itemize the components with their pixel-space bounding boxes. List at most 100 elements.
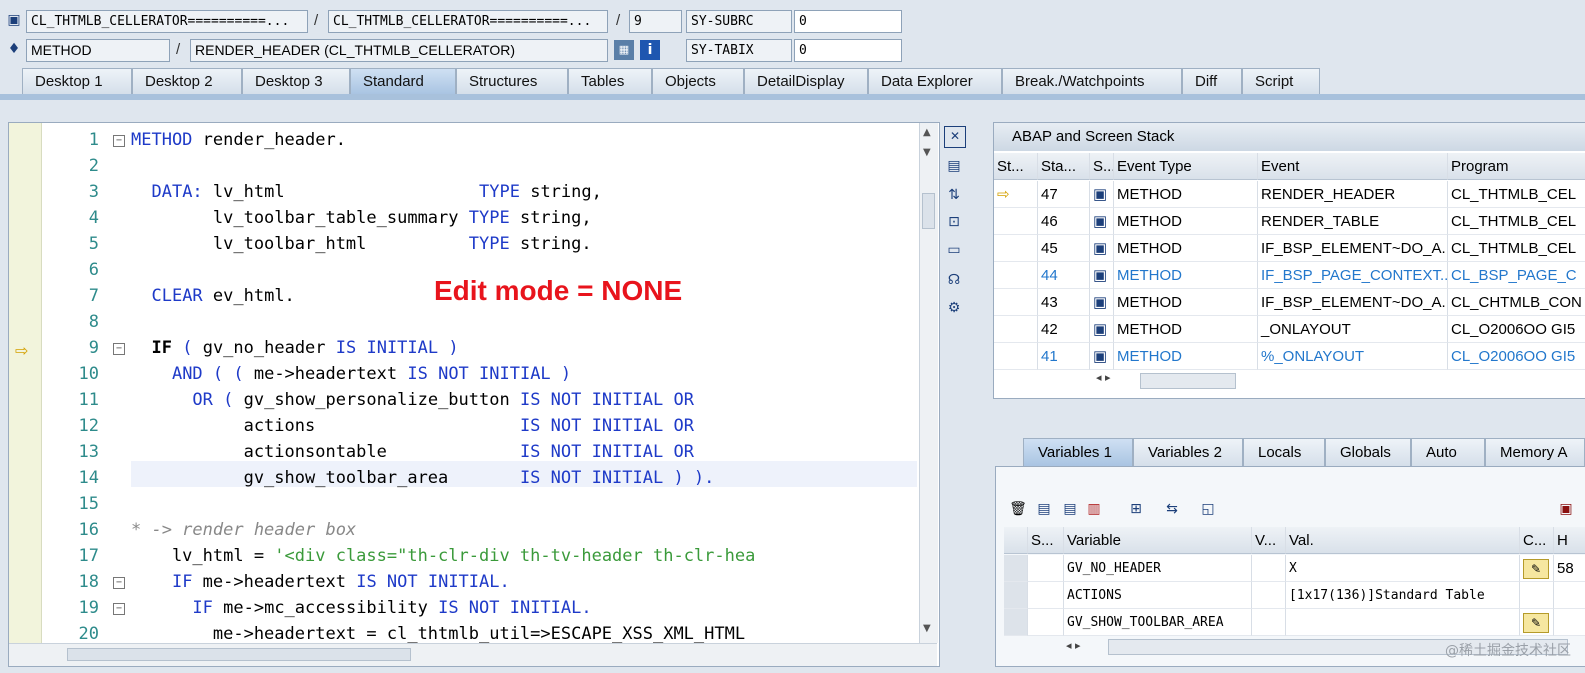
hierarchy-icon[interactable]: ⊞ bbox=[1126, 499, 1146, 519]
editor-horizontal-scrollbar[interactable] bbox=[9, 643, 937, 666]
column-header[interactable]: S... bbox=[1090, 153, 1114, 180]
program[interactable]: CL_THTMLB_CEL bbox=[1448, 208, 1585, 235]
scroll-down-icon[interactable]: ▼ bbox=[923, 147, 931, 158]
event[interactable]: IF_BSP_PAGE_CONTEXT... bbox=[1258, 262, 1448, 289]
column-header[interactable]: St... bbox=[994, 153, 1038, 180]
event[interactable]: RENDER_TABLE bbox=[1258, 208, 1448, 235]
new-window-icon[interactable]: ▤ bbox=[944, 156, 964, 176]
change-value-button[interactable]: ✎ bbox=[1520, 609, 1554, 636]
event[interactable]: IF_BSP_ELEMENT~DO_A... bbox=[1258, 289, 1448, 316]
event-type[interactable]: METHOD bbox=[1114, 289, 1258, 316]
stack-level[interactable]: 47 bbox=[1038, 181, 1090, 208]
event[interactable]: IF_BSP_ELEMENT~DO_A... bbox=[1258, 235, 1448, 262]
info-icon[interactable]: i bbox=[640, 40, 660, 60]
export-icon[interactable]: ▤ bbox=[1060, 499, 1080, 519]
tab-auto[interactable]: Auto bbox=[1411, 438, 1485, 466]
delete-icon[interactable]: 🗑 bbox=[1008, 499, 1028, 519]
layout-icon[interactable]: ▭ bbox=[944, 240, 964, 260]
column-header[interactable]: Program bbox=[1448, 153, 1585, 180]
row-selector[interactable] bbox=[1004, 609, 1028, 636]
collapse-toggle[interactable]: − bbox=[113, 343, 125, 355]
headset-icon[interactable]: ☊ bbox=[944, 270, 964, 290]
tab-structures[interactable]: Structures bbox=[456, 68, 568, 94]
event[interactable]: _ONLAYOUT bbox=[1258, 316, 1448, 343]
event-type[interactable]: METHOD bbox=[1114, 235, 1258, 262]
scroll-thumb[interactable] bbox=[922, 193, 935, 229]
program[interactable]: CL_O2006OO GI5 bbox=[1448, 343, 1585, 370]
open-icon[interactable]: ◱ bbox=[1198, 499, 1218, 519]
column-header[interactable]: Event bbox=[1258, 153, 1448, 180]
tab-locals[interactable]: Locals bbox=[1243, 438, 1325, 466]
save-icon[interactable]: ▣ bbox=[1556, 499, 1576, 519]
breakpoint-gutter[interactable] bbox=[9, 123, 42, 643]
column-header[interactable]: H bbox=[1554, 527, 1585, 554]
program[interactable]: CL_THTMLB_CEL bbox=[1448, 181, 1585, 208]
variable-value[interactable] bbox=[1286, 609, 1520, 636]
method-name-field[interactable]: RENDER_HEADER (CL_THTMLB_CELLERATOR) bbox=[190, 39, 608, 62]
sy-subrc-value[interactable]: 0 bbox=[794, 10, 902, 33]
tab-desktop-3[interactable]: Desktop 3 bbox=[242, 68, 350, 94]
event-type[interactable]: METHOD bbox=[1114, 208, 1258, 235]
tab-globals[interactable]: Globals bbox=[1325, 438, 1411, 466]
stack-level[interactable]: 44 bbox=[1038, 262, 1090, 289]
variable-name[interactable]: ACTIONS bbox=[1064, 582, 1252, 609]
column-header[interactable]: Event Type bbox=[1114, 153, 1258, 180]
row-selector[interactable] bbox=[1004, 555, 1028, 582]
tab-desktop-1[interactable]: Desktop 1 bbox=[22, 68, 132, 94]
column-header[interactable]: Sta... bbox=[1038, 153, 1090, 180]
swap-tool-icon[interactable]: ⇅ bbox=[944, 185, 964, 205]
variable-value[interactable]: [1x17(136)]Standard Table bbox=[1286, 582, 1520, 609]
pencil-icon[interactable]: ✎ bbox=[1523, 559, 1549, 579]
tab-break-watchpoints[interactable]: Break./Watchpoints bbox=[1002, 68, 1182, 94]
column-header[interactable]: Val. bbox=[1286, 527, 1520, 554]
collapse-toggle[interactable]: − bbox=[113, 135, 125, 147]
stack-level[interactable]: 42 bbox=[1038, 316, 1090, 343]
event-type[interactable]: METHOD bbox=[1114, 316, 1258, 343]
scroll-down-icon[interactable]: ▼ bbox=[923, 623, 931, 634]
tab-memory-analysis[interactable]: Memory A bbox=[1485, 438, 1585, 466]
column-header[interactable]: V... bbox=[1252, 527, 1286, 554]
collapse-toggle[interactable]: − bbox=[113, 577, 125, 589]
event-type[interactable]: METHOD bbox=[1114, 262, 1258, 289]
tab-detail-display[interactable]: DetailDisplay bbox=[744, 68, 868, 94]
column-header[interactable]: Variable bbox=[1064, 527, 1252, 554]
pencil-icon[interactable]: ✎ bbox=[1523, 613, 1549, 633]
settings-tool-icon[interactable]: ⚙ bbox=[944, 298, 964, 318]
tab-standard[interactable]: Standard bbox=[350, 68, 456, 94]
tab-variables-2[interactable]: Variables 2 bbox=[1133, 438, 1243, 466]
scroll-up-icon[interactable]: ▲ bbox=[923, 127, 931, 138]
save-variables-icon[interactable]: ▥ bbox=[1084, 499, 1104, 519]
column-header[interactable] bbox=[1004, 527, 1028, 554]
event-type[interactable]: METHOD bbox=[1114, 181, 1258, 208]
tab-variables-1[interactable]: Variables 1 bbox=[1023, 438, 1133, 466]
program[interactable]: CL_CHTMLB_CON bbox=[1448, 289, 1585, 316]
program[interactable]: CL_THTMLB_CEL bbox=[1448, 235, 1585, 262]
transfer-icon[interactable]: ⇆ bbox=[1162, 499, 1182, 519]
editor-vertical-scrollbar[interactable]: ▲ ▼ ▼ bbox=[919, 123, 938, 643]
scroll-left-icon[interactable]: ◂ ▸ bbox=[1096, 371, 1111, 384]
tab-tables[interactable]: Tables bbox=[568, 68, 652, 94]
import-icon[interactable]: ▤ bbox=[1034, 499, 1054, 519]
line-number-field[interactable]: 9 bbox=[629, 10, 682, 33]
tab-objects[interactable]: Objects bbox=[652, 68, 744, 94]
stack-level[interactable]: 41 bbox=[1038, 343, 1090, 370]
scroll-left-icon[interactable]: ◂ ▸ bbox=[1066, 639, 1081, 652]
event-type[interactable]: METHOD bbox=[1114, 343, 1258, 370]
program-field-1[interactable]: CL_THTMLB_CELLERATOR==========... bbox=[26, 10, 308, 33]
source-code-editor[interactable]: ⇨ 1 2 3 4 5 6 7 8 9 10 11 12 13 14 15 16… bbox=[8, 122, 940, 667]
event[interactable]: RENDER_HEADER bbox=[1258, 181, 1448, 208]
collapse-toggle[interactable]: − bbox=[113, 603, 125, 615]
scroll-thumb[interactable] bbox=[67, 648, 411, 661]
type-field[interactable]: METHOD bbox=[26, 39, 170, 62]
tab-desktop-2[interactable]: Desktop 2 bbox=[132, 68, 242, 94]
display-object-icon[interactable]: ▦ bbox=[614, 40, 634, 60]
tab-script[interactable]: Script bbox=[1242, 68, 1320, 94]
maximize-icon[interactable]: ⊡ bbox=[944, 212, 964, 232]
column-header[interactable]: S... bbox=[1028, 527, 1064, 554]
event[interactable]: %_ONLAYOUT bbox=[1258, 343, 1448, 370]
close-icon[interactable]: ✕ bbox=[944, 126, 966, 148]
tab-data-explorer[interactable]: Data Explorer bbox=[868, 68, 1002, 94]
stack-level[interactable]: 45 bbox=[1038, 235, 1090, 262]
stack-level[interactable]: 43 bbox=[1038, 289, 1090, 316]
variable-name[interactable]: GV_SHOW_TOOLBAR_AREA bbox=[1064, 609, 1252, 636]
